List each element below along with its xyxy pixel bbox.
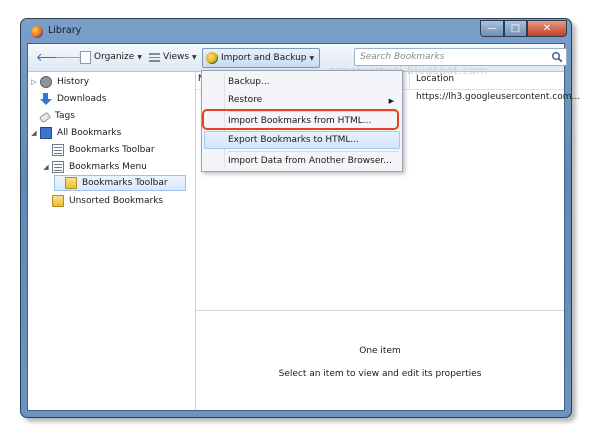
tree-item-label: Unsorted Bookmarks — [69, 196, 164, 206]
collapse-icon[interactable]: ◢ — [30, 129, 38, 137]
chevron-down-icon: ▼ — [309, 54, 315, 62]
row-location: https://lh3.googleusercontent.com... — [416, 92, 581, 102]
views-label: Views — [163, 52, 190, 62]
tree-item-tags[interactable]: Tags — [30, 108, 75, 124]
tree-item-bookmarks-toolbar-folder[interactable]: Bookmarks Toolbar — [54, 175, 186, 191]
tree-item-history[interactable]: ▷ History — [30, 74, 89, 90]
organize-label: Organize — [94, 52, 135, 62]
tree-item-label: Downloads — [57, 94, 107, 104]
window-title: Library — [48, 25, 82, 36]
details-hint: Select an item to view and edit its prop… — [278, 369, 482, 379]
highlight-annotation — [202, 109, 399, 130]
import-backup-label: Import and Backup — [221, 53, 307, 63]
tags-icon — [38, 111, 52, 123]
tree-item-bookmarks-menu[interactable]: ◢ Bookmarks Menu — [42, 159, 147, 175]
tree-item-label: Bookmarks Toolbar — [82, 178, 168, 188]
import-backup-button[interactable]: Import and Backup ▼ — [202, 48, 321, 68]
maximize-button[interactable]: □ — [504, 20, 527, 37]
views-icon — [149, 52, 160, 62]
tree-item-downloads[interactable]: Downloads — [30, 91, 106, 107]
organize-icon — [80, 50, 91, 64]
downloads-icon — [40, 93, 52, 105]
tree-item-all-bookmarks[interactable]: ◢ All Bookmarks — [30, 125, 121, 141]
details-pane: One item Select an item to view and edit… — [196, 310, 564, 410]
bookmarks-toolbar-icon — [52, 144, 64, 156]
item-count: One item — [359, 346, 401, 356]
organize-button[interactable]: Organize ▼ — [78, 48, 142, 66]
submenu-arrow-icon: ▶ — [388, 97, 394, 105]
tree-item-label: Tags — [55, 111, 75, 121]
firefox-icon — [31, 26, 43, 38]
history-icon — [40, 76, 52, 88]
menu-separator — [228, 151, 398, 152]
menu-item-import-other-browser[interactable]: Import Data from Another Browser... — [228, 156, 392, 166]
menu-item-restore[interactable]: Restore — [228, 95, 262, 105]
tree-item-label: Bookmarks Menu — [69, 162, 147, 172]
views-button[interactable]: Views ▼ — [149, 48, 197, 66]
search-icon[interactable] — [551, 51, 563, 63]
title-bar[interactable]: Library — □ ✕ — [21, 19, 571, 43]
tree-item-label: Bookmarks Toolbar — [69, 145, 155, 155]
chevron-down-icon: ▼ — [137, 53, 142, 61]
caption-buttons: — □ ✕ — [480, 20, 567, 37]
unsorted-bookmarks-icon — [52, 195, 64, 207]
tree-item-bookmarks-toolbar[interactable]: Bookmarks Toolbar — [42, 142, 155, 158]
folder-icon — [65, 177, 77, 189]
tree-item-label: All Bookmarks — [57, 128, 122, 138]
chevron-down-icon: ▼ — [192, 53, 197, 61]
expand-icon[interactable]: ▷ — [30, 78, 38, 86]
bookmarks-menu-icon — [52, 161, 64, 173]
sidebar-tree: ▷ History Downloads Tags ◢ All Bookmarks — [28, 71, 196, 410]
import-backup-icon — [206, 52, 218, 64]
menu-item-export-html[interactable]: Export Bookmarks to HTML... — [228, 135, 359, 145]
tree-item-label: History — [57, 77, 90, 87]
all-bookmarks-icon — [40, 127, 52, 139]
tree-item-unsorted-bookmarks[interactable]: Unsorted Bookmarks — [42, 193, 163, 209]
minimize-button[interactable]: — — [480, 20, 504, 37]
search-placeholder: Search Bookmarks — [360, 52, 445, 62]
close-button[interactable]: ✕ — [527, 20, 567, 37]
collapse-icon[interactable]: ◢ — [42, 163, 50, 171]
menu-item-backup[interactable]: Backup... — [228, 77, 270, 87]
